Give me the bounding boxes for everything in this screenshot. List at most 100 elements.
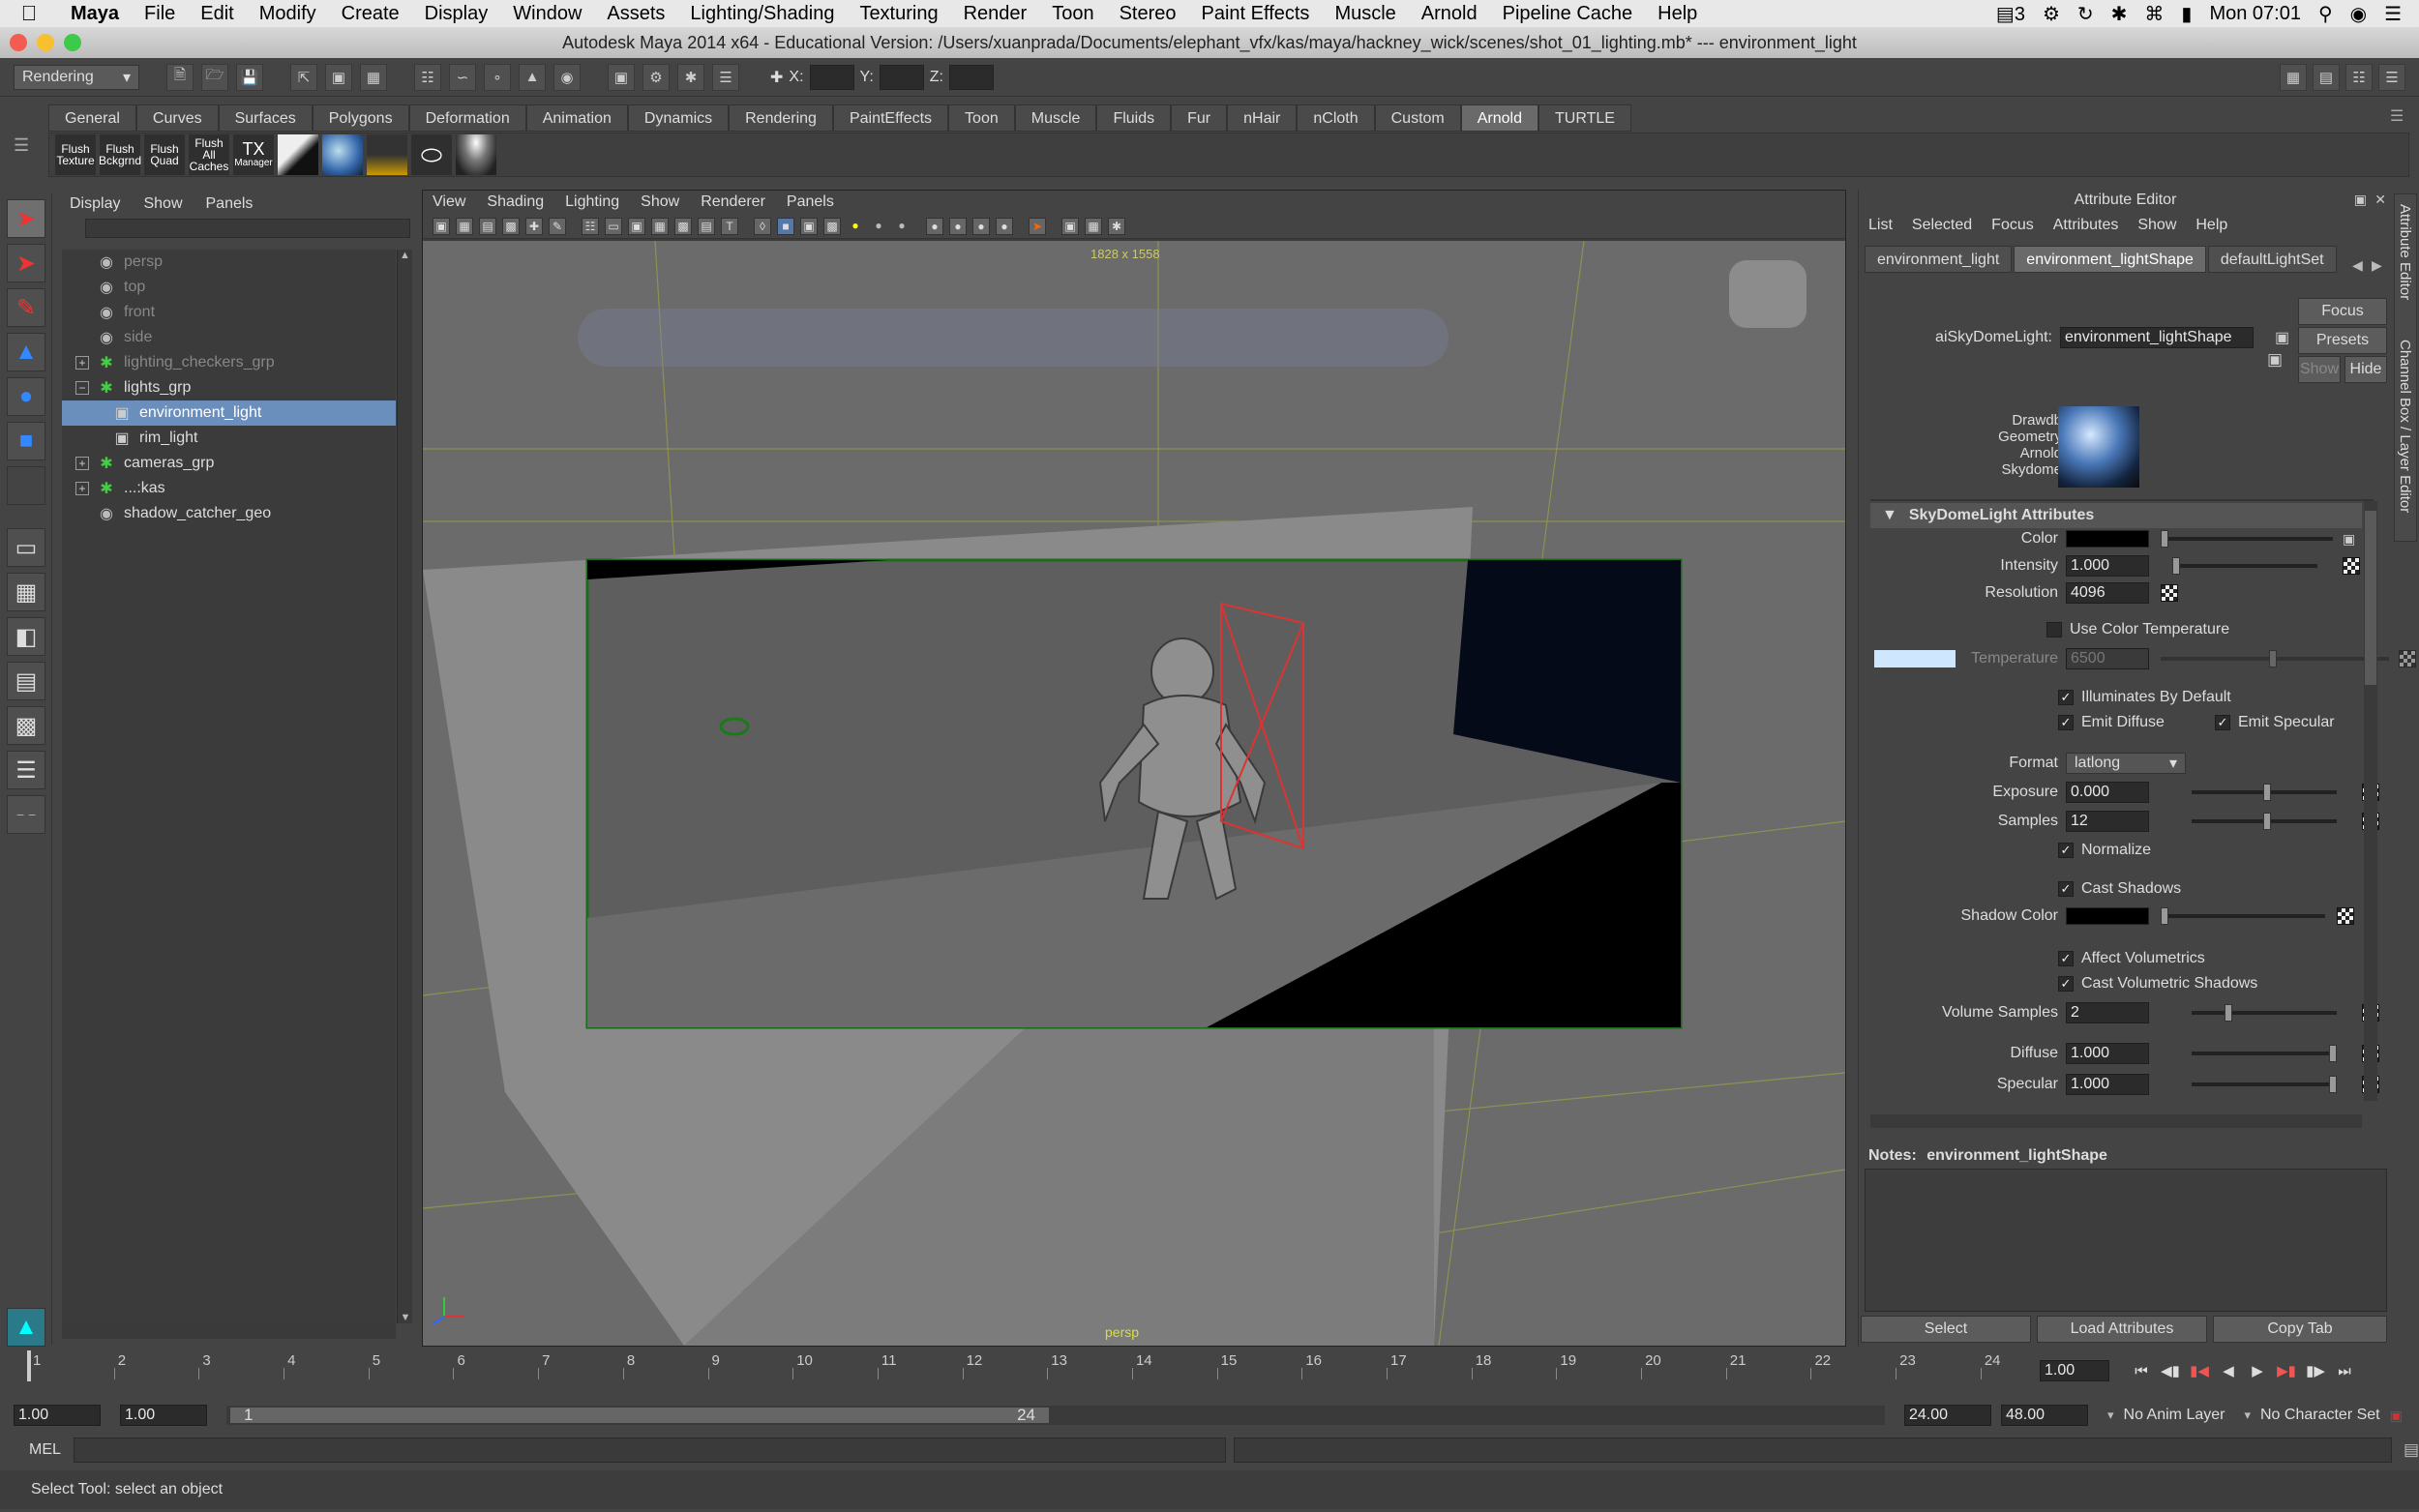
select-tool-icon[interactable]: ➤: [7, 199, 45, 238]
shelf-button-flush-texture[interactable]: Flush Texture: [55, 134, 96, 175]
float-panel-icon[interactable]: ▣: [2354, 192, 2367, 208]
menu-list-icon[interactable]: ☰: [2384, 2, 2402, 26]
cast-vol-shadows-checkbox[interactable]: ✓: [2058, 976, 2074, 992]
outliner-item[interactable]: − ✱ lights_grp: [62, 375, 396, 400]
rotate-tool-icon[interactable]: ●: [7, 377, 45, 416]
specular-field[interactable]: 1.000: [2066, 1074, 2149, 1095]
outliner-item[interactable]: ▣ rim_light: [62, 426, 396, 451]
playback-end-field[interactable]: 24.00: [1904, 1405, 1991, 1426]
shelf-tab-dynamics[interactable]: Dynamics: [627, 104, 730, 132]
snap-curve-icon[interactable]: ∽: [449, 63, 476, 91]
diffuse-slider[interactable]: [2192, 1045, 2337, 1062]
emit-specular-checkbox[interactable]: ✓: [2214, 715, 2230, 730]
color-map-icon[interactable]: ▣: [2343, 531, 2355, 548]
channel-box-toggle-icon[interactable]: ☰: [2378, 63, 2405, 91]
select-camera-icon[interactable]: ▣: [433, 217, 450, 235]
safe-title-icon[interactable]: T: [721, 217, 738, 235]
side-tab-channel-box[interactable]: Channel Box / Layer Editor: [2397, 340, 2413, 513]
temperature-field[interactable]: 6500: [2066, 648, 2149, 669]
collapse-icon[interactable]: −: [75, 381, 89, 395]
viewport-layout-icon[interactable]: ▣: [1061, 217, 1079, 235]
illuminates-checkbox[interactable]: ✓: [2058, 690, 2074, 705]
play-forwards-icon[interactable]: ▶: [2245, 1358, 2270, 1383]
step-back-key-icon[interactable]: ◀▮: [2158, 1358, 2183, 1383]
film-gate-icon[interactable]: ▭: [605, 217, 622, 235]
field-chart-icon[interactable]: ▩: [674, 217, 692, 235]
move-tool-icon[interactable]: ▲: [7, 333, 45, 371]
volume-samples-field[interactable]: 2: [2066, 1002, 2149, 1023]
intensity-map-icon[interactable]: [2343, 557, 2360, 575]
emit-diffuse-checkbox[interactable]: ✓: [2058, 715, 2074, 730]
scroll-down-icon[interactable]: ▼: [398, 1312, 413, 1323]
shadow-color-swatch[interactable]: [2066, 907, 2149, 925]
shelf-tab-curves[interactable]: Curves: [135, 104, 219, 132]
menu-render[interactable]: Render: [951, 3, 1040, 25]
shelf-button-tx-manager[interactable]: TX Manager: [233, 134, 274, 175]
menu-lighting-shading[interactable]: Lighting/Shading: [677, 3, 847, 25]
select-component-icon[interactable]: ▦: [360, 63, 387, 91]
xray-components-icon[interactable]: ●: [996, 217, 1013, 235]
color-swatch[interactable]: [2066, 530, 2149, 548]
expand-icon[interactable]: +: [75, 457, 89, 470]
viewport-scene[interactable]: 1828 x 1558 persp: [423, 241, 1845, 1346]
shelf-options-icon[interactable]: ☰: [2390, 106, 2404, 126]
close-window-button[interactable]: [10, 34, 27, 51]
go-to-start-icon[interactable]: ⏮: [2129, 1358, 2154, 1383]
shadow-color-map-icon[interactable]: [2337, 907, 2354, 925]
move-mode-icon[interactable]: ✚: [770, 68, 783, 87]
modeling-toolkit-icon[interactable]: ▦: [2280, 63, 2307, 91]
camera-attributes-icon[interactable]: ▦: [456, 217, 473, 235]
playback-start-field[interactable]: 1.00: [120, 1405, 207, 1426]
copy-tab-button[interactable]: Copy Tab: [2213, 1316, 2387, 1343]
attribute-editor-toggle-icon[interactable]: ▤: [2313, 63, 2340, 91]
menu-paint-effects[interactable]: Paint Effects: [1189, 3, 1323, 25]
range-start-field[interactable]: 1.00: [14, 1405, 101, 1426]
node-name-field[interactable]: environment_lightShape: [2060, 327, 2254, 348]
two-d-pan-icon[interactable]: ✚: [525, 217, 543, 235]
image-plane-icon[interactable]: ▩: [502, 217, 520, 235]
skydome-swatch[interactable]: [2058, 406, 2139, 488]
outliner-item[interactable]: + ✱ lighting_checkers_grp: [62, 350, 396, 375]
current-time-field[interactable]: 1.00: [2040, 1360, 2109, 1381]
shelf-menu-icon[interactable]: ☰: [14, 135, 39, 174]
menu-help[interactable]: Help: [1645, 3, 1710, 25]
viewport-menu-show[interactable]: Show: [641, 193, 679, 211]
temperature-map-icon[interactable]: [2399, 650, 2416, 667]
affect-vol-checkbox[interactable]: ✓: [2058, 951, 2074, 966]
use-color-temp-checkbox[interactable]: [2046, 622, 2062, 637]
specular-slider[interactable]: [2192, 1076, 2337, 1093]
anim-layer-label[interactable]: No Anim Layer: [2124, 1407, 2225, 1424]
shelf-tab-fur[interactable]: Fur: [1171, 104, 1228, 132]
ae-menu-focus[interactable]: Focus: [1991, 217, 2034, 234]
shelf-tab-deformation[interactable]: Deformation: [408, 104, 526, 132]
layout-options-icon[interactable]: − −: [7, 795, 45, 834]
script-editor-layout-icon[interactable]: ☰: [7, 751, 45, 789]
panel-options-icon[interactable]: ▦: [1085, 217, 1102, 235]
samples-field[interactable]: 12: [2066, 811, 2149, 832]
last-tool-slot[interactable]: [7, 466, 45, 505]
wireframe-icon[interactable]: ◊: [754, 217, 771, 235]
shelf-tab-general[interactable]: General: [48, 104, 136, 132]
user-icon[interactable]: ◉: [2350, 2, 2367, 26]
focus-button[interactable]: Focus: [2298, 298, 2387, 325]
outliner-hscrollbar[interactable]: [62, 1323, 396, 1339]
menu-display[interactable]: Display: [412, 3, 501, 25]
menu-toon[interactable]: Toon: [1039, 3, 1106, 25]
persp-graph-layout-icon[interactable]: ▤: [7, 662, 45, 700]
ambient-occlusion-icon[interactable]: ●: [893, 218, 911, 235]
viewport-menu-shading[interactable]: Shading: [487, 193, 544, 211]
outliner-scrollbar[interactable]: ▲ ▼: [397, 250, 412, 1323]
shelf-button-flush-bckgrnd[interactable]: Flush Bckgrnd: [99, 134, 141, 175]
use-all-lights-icon[interactable]: ●: [847, 218, 864, 235]
expand-icon[interactable]: +: [75, 482, 89, 495]
menu-arnold[interactable]: Arnold: [1409, 3, 1490, 25]
select-object-icon[interactable]: ▣: [325, 63, 352, 91]
outliner-menu-panels[interactable]: Panels: [206, 195, 254, 213]
outliner-item[interactable]: ◉ shadow_catcher_geo: [62, 501, 396, 526]
scroll-up-icon[interactable]: ▲: [398, 250, 412, 261]
gate-mask-icon[interactable]: ▦: [651, 217, 669, 235]
photometric-light-icon[interactable]: [456, 134, 496, 175]
mesh-light-icon[interactable]: ⬭: [411, 134, 452, 175]
menu-muscle[interactable]: Muscle: [1322, 3, 1408, 25]
color-slider[interactable]: [2161, 530, 2333, 548]
